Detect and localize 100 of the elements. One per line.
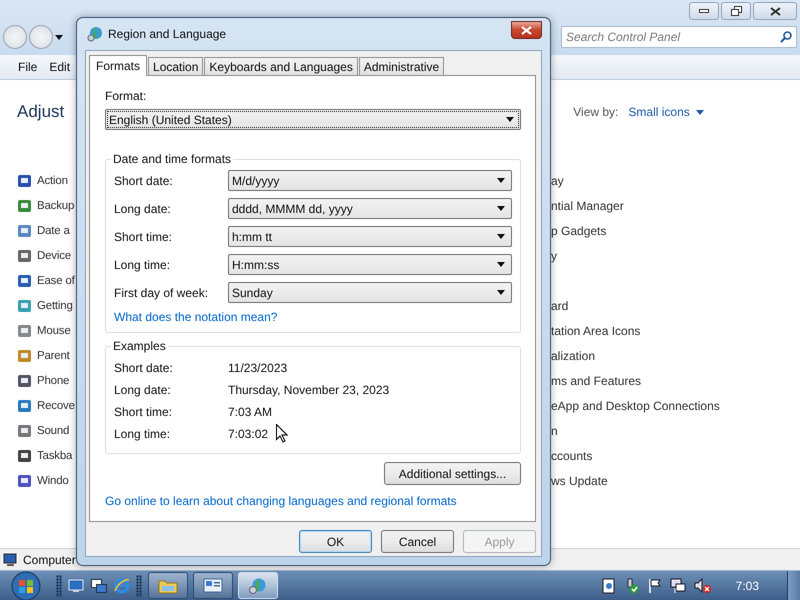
globe-icon [248,576,268,594]
restore-button[interactable] [721,2,751,20]
example-label: Short time: [114,405,172,419]
applet-link[interactable]: alization [551,348,596,362]
applet-link[interactable]: Phone [17,372,70,388]
applet-link[interactable]: ard [551,298,568,312]
applet-icon [17,172,33,188]
taskbar-button[interactable] [148,572,188,599]
applet-icon [17,322,33,338]
field-label: First day of week: [114,286,210,300]
dialog-button[interactable]: Cancel [381,530,454,553]
caret-icon [497,178,505,183]
applet-link[interactable]: Date a [17,222,70,238]
applet-link[interactable]: Sound [17,422,70,438]
clock[interactable]: 7:03 [736,578,759,592]
caret-icon [497,262,505,267]
dialog-button[interactable]: OK [299,530,372,553]
applet-name: Getting [37,300,73,312]
restore-icon [730,6,742,16]
dialog-title: Region and Language [108,27,226,41]
applet-name: Device [37,250,71,262]
search-field[interactable]: Search Control Panel [561,26,797,48]
applet-link[interactable]: Mouse [17,322,71,338]
browser-icon[interactable] [114,578,130,594]
applet-icon [17,222,33,238]
applet-link[interactable]: p Gadgets [551,224,606,238]
additional-settings-button[interactable]: Additional settings... [384,462,521,485]
globe-icon [87,26,103,42]
applet-name: Sound [37,424,70,436]
example-label: Long date: [114,383,171,397]
applet-link[interactable]: ntial Manager [551,198,624,212]
applet-name: Ease of [37,274,75,286]
folder-icon [158,578,178,594]
network-icon[interactable] [670,578,686,594]
windows-switch-icon[interactable] [91,578,107,592]
applet-name: Backup [37,200,74,212]
example-value: 7:03:02 [228,427,268,441]
desktop-icon[interactable] [68,578,84,592]
applet-link[interactable]: Device [17,248,71,264]
flag-icon[interactable] [648,578,662,594]
show-desktop-button[interactable] [787,570,800,600]
format-dropdown[interactable]: English (United States) [105,109,521,130]
applet-name: Windo [37,474,69,486]
applet-name: Mouse [37,324,71,336]
muted-speaker-icon[interactable] [694,578,712,594]
search-icon[interactable] [780,31,792,43]
menu-item[interactable]: Edit [49,60,70,74]
caret-icon [506,117,514,122]
applet-link[interactable]: Ease of [17,272,75,288]
format-dropdown[interactable]: dddd, MMMM dd, yyyy [228,198,512,219]
tab[interactable]: Administrative [358,57,444,75]
tab[interactable]: Formats [89,55,148,76]
applet-link[interactable]: Parent [17,348,70,364]
applet-link[interactable]: tation Area Icons [551,324,640,338]
applet-link[interactable]: Recove [17,398,75,414]
menu-item[interactable]: File [18,60,38,74]
document-icon[interactable] [602,578,616,594]
history-caret-icon[interactable] [55,34,63,40]
close-button[interactable] [511,21,542,39]
close-button[interactable] [753,2,797,20]
tab[interactable]: Location [148,57,204,75]
status-text: Computer [23,553,76,567]
applet-link[interactable]: n [551,424,558,438]
caret-icon [497,290,505,295]
format-dropdown[interactable]: Sunday [228,282,512,303]
format-dropdown[interactable]: h:mm tt [228,226,512,247]
applet-link[interactable]: ay [551,174,564,188]
field-label: Long time: [114,258,172,272]
caret-icon [696,110,704,114]
applet-link[interactable]: Windo [17,472,69,488]
applet-icon [17,372,33,388]
minimize-button[interactable] [689,2,719,20]
applet-icon [17,472,33,488]
applet-icon [17,272,33,288]
applet-link[interactable]: ws Update [551,474,608,488]
applet-icon [17,298,33,314]
applet-icon [17,348,33,364]
applet-link[interactable]: Action [17,172,68,188]
view-by-label: View by: [573,105,618,119]
applet-link[interactable]: Backup [17,198,74,214]
format-dropdown[interactable]: H:mm:ss [228,254,512,275]
applet-link[interactable]: eApp and Desktop Connections [551,398,720,412]
cursor-icon [276,424,288,443]
applet-link[interactable]: y [551,248,557,262]
field-label: Short time: [114,230,174,244]
taskbar-button[interactable] [193,572,233,599]
view-by-dropdown[interactable]: Small icons [628,105,704,119]
field-label: Short date: [114,174,174,188]
online-link[interactable]: Go online to learn about changing languages and regional formats [105,494,521,508]
applet-link[interactable]: ms and Features [551,374,642,388]
notation-link[interactable]: What does the notation mean? [114,310,278,324]
applet-link[interactable]: Getting [17,298,73,314]
format-dropdown[interactable]: M/d/yyyy [228,170,512,191]
applet-name: Parent [37,350,70,362]
group-title: Date and time formats [112,152,232,166]
applet-link[interactable]: ccounts [551,448,592,462]
tab[interactable]: Keyboards and Languages [204,57,358,75]
applet-link[interactable]: Taskba [17,448,72,464]
applet-icon [17,422,33,438]
applet-name: Recove [37,400,75,412]
